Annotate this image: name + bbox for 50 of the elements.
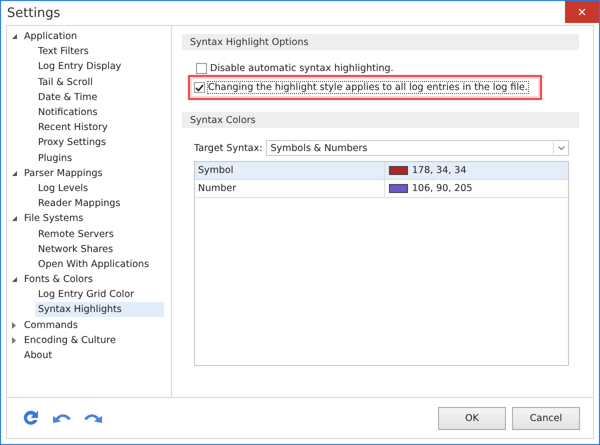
tree-item[interactable]: Log Levels (35, 180, 92, 196)
checkbox[interactable] (194, 82, 205, 93)
tree-item[interactable]: Proxy Settings (35, 135, 110, 150)
checkbox-label[interactable]: Changing the highlight style applies to all log entries in the log file. (208, 82, 528, 93)
checkbox-label[interactable]: Disable automatic syntax highlighting. (210, 63, 394, 74)
table-cell: 178, 34, 34 (412, 165, 466, 176)
section-header: Syntax Highlight Options (182, 34, 579, 50)
tree-item[interactable]: About (21, 348, 56, 364)
collapse-icon[interactable] (12, 34, 16, 40)
tree-item[interactable]: Log Entry Display (35, 59, 124, 74)
section-header: Syntax Colors (182, 112, 579, 128)
table-cell: 106, 90, 205 (412, 183, 472, 194)
table-cell: Number (195, 180, 385, 197)
tree-item[interactable]: Recent History (35, 120, 111, 136)
collapse-icon[interactable] (12, 170, 16, 176)
tree-item[interactable]: Application (21, 29, 80, 44)
tree-item[interactable]: Encoding & Culture (21, 332, 119, 348)
expand-icon[interactable] (12, 336, 16, 344)
undo-icon[interactable] (52, 412, 72, 424)
refresh-icon[interactable] (21, 408, 41, 428)
tree-item[interactable]: Commands (21, 318, 81, 333)
tree-item[interactable]: Remote Servers (35, 226, 117, 242)
collapse-icon[interactable] (12, 216, 16, 222)
tree-item[interactable]: Plugins (35, 150, 76, 166)
dialog-button[interactable]: Cancel (512, 406, 580, 430)
checkbox[interactable] (196, 63, 207, 74)
tree-item[interactable]: Parser Mappings (21, 166, 106, 181)
tree-item[interactable]: Notifications (35, 105, 100, 120)
tree-item[interactable]: Reader Mappings (35, 196, 124, 212)
tree-item[interactable]: File Systems (21, 211, 86, 226)
tree-item[interactable]: Log Entry Grid Color (35, 287, 138, 302)
window-title: Settings (6, 6, 60, 20)
dialog-button[interactable]: OK (438, 406, 506, 430)
grid-row[interactable]: Symbol 178, 34, 34 (195, 162, 568, 180)
field-label: Target Syntax: (194, 142, 262, 154)
tree-item[interactable]: Tail & Scroll (35, 74, 96, 90)
collapse-icon[interactable] (12, 277, 16, 282)
syntax-dropdown[interactable]: Symbols & Numbers (266, 140, 569, 156)
tree-item[interactable]: Text Filters (35, 44, 92, 60)
redo-icon[interactable] (83, 412, 103, 424)
expand-icon[interactable] (12, 322, 16, 329)
tree-item[interactable]: Date & Time (35, 90, 100, 105)
caret-icon (558, 146, 564, 150)
tree-item[interactable]: Syntax Highlights (35, 302, 164, 318)
tree-item[interactable]: Fonts & Colors (21, 272, 96, 288)
table-cell: Symbol (195, 162, 385, 179)
grid-row[interactable]: Number 106, 90, 205 (195, 180, 568, 198)
tree-item[interactable]: Network Shares (35, 242, 116, 257)
close-button[interactable]: ✕ (565, 1, 599, 23)
tree-item[interactable]: Open With Applications (35, 256, 152, 272)
